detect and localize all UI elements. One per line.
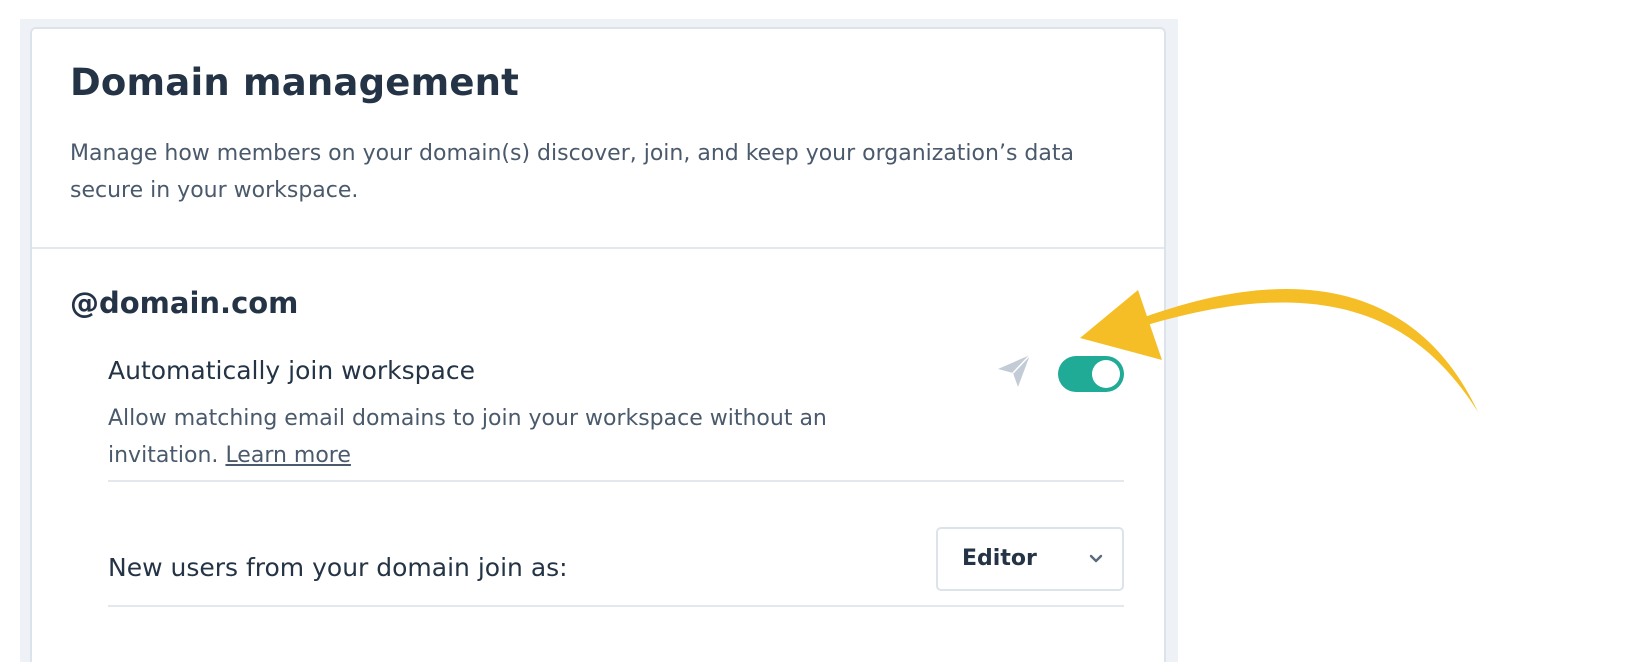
panel-header: Domain management Manage how members on … — [32, 29, 1164, 249]
chevron-down-icon — [1089, 554, 1103, 563]
page-subtitle: Manage how members on your domain(s) dis… — [70, 141, 1074, 203]
paper-plane-icon[interactable] — [994, 351, 1034, 391]
domain-name: @domain.com — [70, 286, 299, 320]
page-title: Domain management — [70, 61, 520, 104]
auto-join-description: Allow matching email domains to join you… — [108, 400, 868, 474]
section-divider-bottom — [108, 605, 1124, 607]
annotation-arrow — [1080, 289, 1478, 412]
auto-join-title: Automatically join workspace — [108, 356, 475, 385]
screenshot-stage: Domain management Manage how members on … — [0, 0, 1640, 662]
join-role-selected-value: Editor — [962, 546, 1037, 571]
learn-more-link[interactable]: Learn more — [225, 443, 350, 468]
section-divider — [108, 480, 1124, 482]
join-role-label: New users from your domain join as: — [108, 553, 568, 582]
auto-join-description-text: Allow matching email domains to join you… — [108, 406, 827, 468]
domain-management-panel: Domain management Manage how members on … — [30, 27, 1166, 662]
join-role-select[interactable]: Editor — [936, 527, 1124, 591]
